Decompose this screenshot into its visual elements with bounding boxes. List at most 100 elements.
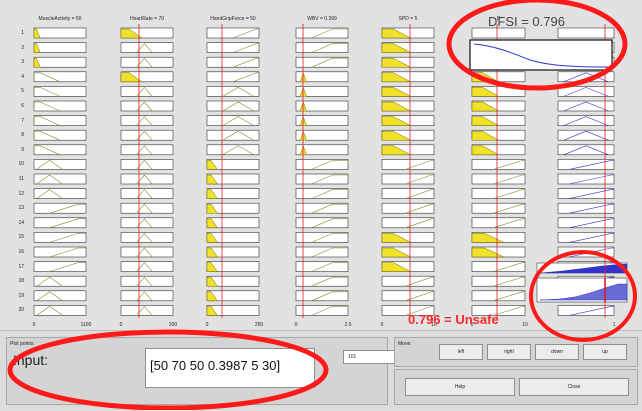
rule-cell bbox=[381, 290, 435, 302]
row-number: 19 bbox=[18, 292, 24, 299]
rule-cell bbox=[120, 290, 174, 302]
axis-tick: 0 bbox=[205, 322, 209, 328]
axis-tick: 0 bbox=[294, 322, 298, 328]
rule-cell bbox=[295, 290, 349, 302]
axis-tick: 1 bbox=[612, 322, 616, 328]
rule-cell bbox=[120, 115, 174, 126]
axis-tick: 0 bbox=[119, 322, 123, 328]
rule-cell bbox=[557, 188, 615, 199]
axis-tick: 200 bbox=[168, 322, 178, 328]
rule-cell bbox=[120, 86, 174, 97]
plot-points-field[interactable]: 101 bbox=[343, 350, 399, 364]
column-title: HeartRate = 70 bbox=[129, 16, 165, 22]
column-title: SPD = 5 bbox=[398, 16, 418, 22]
verdict-annotation: 0.796 = Unsafe bbox=[408, 312, 499, 327]
rule-cell bbox=[33, 246, 87, 258]
rule-cell bbox=[120, 275, 174, 287]
rule-cell bbox=[33, 202, 87, 214]
rule-cell bbox=[381, 159, 435, 170]
plot-points-label: Plot points: bbox=[10, 341, 35, 347]
rule-cell bbox=[557, 100, 615, 112]
rule-cell bbox=[120, 246, 174, 258]
rule-cell bbox=[557, 71, 615, 83]
rule-cell bbox=[295, 159, 349, 170]
rule-cell bbox=[120, 56, 174, 68]
move-left-button[interactable]: left bbox=[439, 344, 483, 360]
move-down-button[interactable]: down bbox=[535, 344, 579, 360]
rule-cell bbox=[295, 173, 349, 185]
rule-cell bbox=[557, 27, 615, 39]
rule-cell bbox=[295, 261, 349, 272]
move-up-button[interactable]: up bbox=[583, 344, 627, 360]
rule-cell bbox=[381, 275, 435, 287]
column-title: WBV = 0.399 bbox=[307, 16, 337, 22]
input-value: [50 70 50 0.3987 5 30] bbox=[150, 358, 281, 373]
rule-cell bbox=[557, 56, 615, 68]
rule-cell bbox=[381, 202, 435, 214]
rule-cell bbox=[557, 217, 615, 229]
axis-tick: 0 bbox=[32, 322, 36, 328]
axis-tick: 2.5 bbox=[344, 322, 352, 328]
column-title: HandGripForce = 50 bbox=[210, 16, 256, 22]
rule-cell bbox=[206, 56, 260, 68]
rule-cell bbox=[120, 42, 174, 53]
rule-cell bbox=[557, 115, 615, 126]
rule-cell bbox=[557, 42, 615, 53]
rule-cell bbox=[206, 42, 260, 53]
rule-cell bbox=[120, 232, 174, 243]
rule-cell bbox=[295, 232, 349, 243]
rule-viewer-window: MuscleActivity = 50 HeartRate = 70 HandGri… bbox=[0, 0, 642, 411]
row-number: 18 bbox=[18, 278, 24, 285]
rule-cell bbox=[557, 129, 615, 141]
rule-cell bbox=[557, 86, 615, 97]
dfsi-annotation: DFSI = 0.796 bbox=[488, 14, 565, 29]
column-title: MuscleActivity = 50 bbox=[38, 16, 82, 22]
rule-cell bbox=[120, 159, 174, 170]
rule-cell bbox=[206, 27, 260, 39]
rule-cell bbox=[120, 188, 174, 199]
rule-cell bbox=[295, 188, 349, 199]
row-number: 2 bbox=[21, 44, 24, 51]
row-number: 3 bbox=[21, 59, 24, 66]
rule-cell bbox=[295, 42, 349, 53]
rule-cell bbox=[557, 232, 615, 243]
rule-cell bbox=[120, 261, 174, 272]
row-number: 17 bbox=[18, 263, 24, 270]
rule-cell bbox=[120, 202, 174, 214]
row-number: 20 bbox=[18, 307, 24, 314]
rule-cell bbox=[557, 305, 615, 316]
rule-cell bbox=[471, 56, 526, 68]
row-number: 8 bbox=[21, 132, 24, 139]
rule-cell bbox=[295, 202, 349, 214]
row-number: 4 bbox=[21, 73, 24, 80]
move-right-button[interactable]: right bbox=[487, 344, 531, 360]
rules-grid bbox=[33, 24, 628, 318]
rule-cell bbox=[120, 129, 174, 141]
rule-cell bbox=[557, 173, 615, 185]
help-button[interactable]: Help bbox=[405, 378, 515, 396]
rule-cell bbox=[295, 275, 349, 287]
rule-cell bbox=[33, 232, 87, 243]
rule-cell bbox=[120, 100, 174, 112]
row-number: 10 bbox=[18, 161, 24, 168]
plot-points-value: 101 bbox=[348, 354, 357, 360]
row-number: 1 bbox=[21, 30, 24, 36]
rule-cell bbox=[381, 188, 435, 199]
axis-tick: 0 bbox=[380, 322, 384, 328]
row-number: 13 bbox=[18, 205, 24, 212]
rule-cell bbox=[557, 159, 615, 170]
row-number: 15 bbox=[18, 234, 24, 241]
rule-cell bbox=[295, 305, 349, 316]
row-number: 7 bbox=[21, 117, 24, 124]
close-button[interactable]: Close bbox=[519, 378, 629, 396]
actions-panel: Help Close bbox=[394, 369, 638, 405]
rule-cell bbox=[120, 173, 174, 185]
row-number: 9 bbox=[21, 146, 24, 153]
move-label: Move: bbox=[398, 341, 412, 347]
axis-tick: 1100 bbox=[80, 322, 92, 328]
rule-cell bbox=[295, 27, 349, 39]
rule-cell bbox=[381, 217, 435, 229]
rule-cell bbox=[295, 56, 349, 68]
row-number: 6 bbox=[21, 103, 24, 109]
rule-cell bbox=[557, 144, 615, 156]
